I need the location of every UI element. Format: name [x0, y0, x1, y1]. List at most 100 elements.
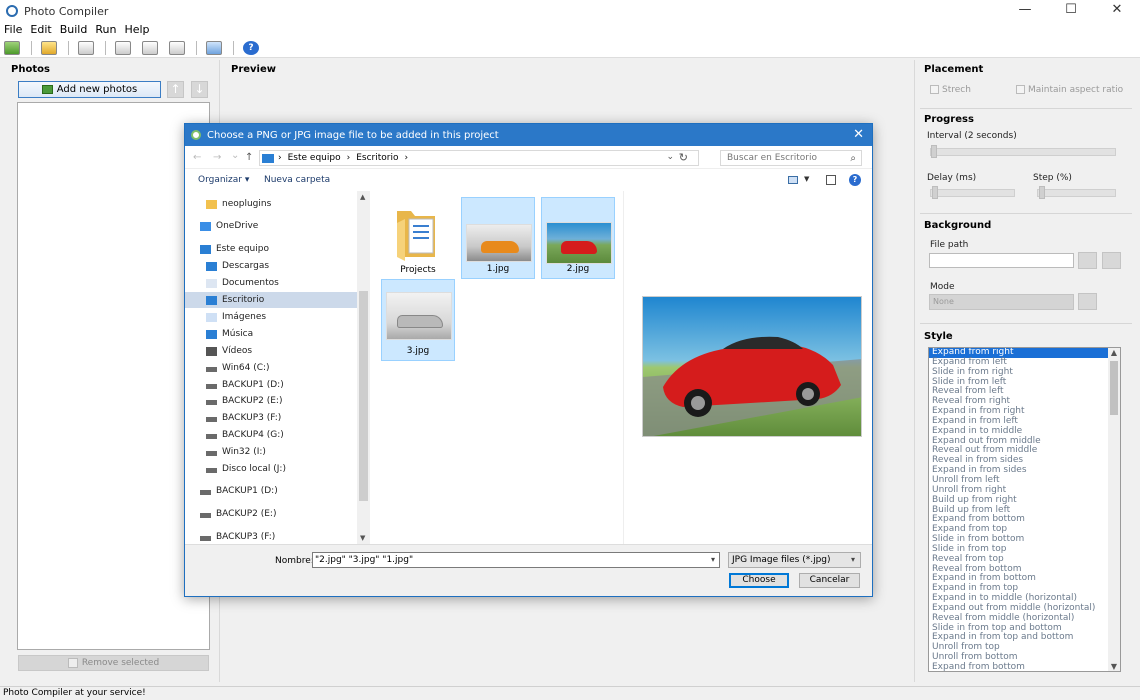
save-icon[interactable] — [78, 40, 94, 55]
file-name-input[interactable]: "2.jpg" "3.jpg" "1.jpg" ▾ — [312, 552, 720, 568]
build-icon[interactable] — [115, 40, 131, 55]
nav-item-label: Vídeos — [222, 346, 253, 356]
menu-file[interactable]: File — [0, 22, 26, 38]
stretch-checkbox[interactable]: Strech — [930, 85, 971, 95]
dialog-close-button[interactable]: ✕ — [853, 127, 864, 142]
interval-slider[interactable] — [930, 148, 1116, 156]
file-tile-3-jpg[interactable]: 3.jpg — [381, 279, 455, 361]
nav-item-label: Win64 (C:) — [222, 363, 270, 373]
scroll-up-icon[interactable]: ▲ — [1108, 348, 1120, 357]
clear-button[interactable] — [1102, 252, 1121, 269]
add-photos-button[interactable]: Add new photos — [18, 81, 161, 98]
drive-icon — [206, 400, 217, 405]
navigation-bar: ← → ⌄ ↑ › Este equipo › Escritorio › ⌄ ↻… — [185, 146, 872, 169]
move-down-button[interactable]: ↓ — [191, 81, 208, 98]
scroll-down-icon[interactable]: ▼ — [1108, 662, 1120, 671]
nav-item[interactable]: Win64 (C:) — [185, 360, 357, 376]
photo-list[interactable] — [17, 102, 210, 650]
open-project-icon[interactable] — [41, 40, 57, 55]
help-icon[interactable]: ? — [849, 174, 861, 186]
delay-slider-thumb[interactable] — [932, 186, 938, 199]
address-bar[interactable]: › Este equipo › Escritorio › ⌄ ↻ — [259, 150, 699, 166]
refresh-icon[interactable]: ↻ — [679, 151, 688, 164]
file-path-input[interactable] — [929, 253, 1074, 268]
up-folder-icon[interactable]: ↑ — [245, 152, 253, 163]
close-button[interactable]: ✕ — [1094, 0, 1140, 22]
toolbar-separator — [31, 40, 32, 55]
organize-menu[interactable]: Organizar ▾ — [198, 175, 249, 185]
breadcrumb-este-equipo[interactable]: Este equipo — [288, 153, 341, 163]
cancel-button[interactable]: Cancelar — [799, 573, 860, 588]
mode-button[interactable] — [1078, 293, 1097, 310]
back-icon[interactable]: ← — [193, 152, 201, 163]
nav-item[interactable]: BACKUP1 (D:) — [185, 377, 357, 393]
nav-item[interactable]: BACKUP3 (F:) — [185, 529, 357, 545]
nav-item[interactable]: Este equipo — [185, 241, 357, 257]
delay-label: Delay (ms) — [927, 173, 977, 183]
chevron-down-icon[interactable]: ▾ — [711, 553, 715, 567]
interval-slider-thumb[interactable] — [931, 145, 937, 158]
nav-item[interactable]: Imágenes — [185, 309, 357, 325]
checkbox-icon — [930, 85, 939, 94]
aspect-checkbox[interactable]: Maintain aspect ratio — [1016, 85, 1123, 95]
file-tile-projects[interactable]: Projects — [381, 197, 455, 279]
scrollbar-thumb[interactable] — [359, 291, 368, 501]
file-type-select[interactable]: JPG Image files (*.jpg) ▾ — [728, 552, 861, 568]
menu-run[interactable]: Run — [91, 22, 120, 38]
scroll-down-icon[interactable]: ▼ — [360, 534, 365, 542]
new-folder-button[interactable]: Nueva carpeta — [264, 175, 330, 185]
style-list-item[interactable]: Expand from bottom — [929, 662, 1120, 671]
style-scrollbar[interactable]: ▲ ▼ — [1108, 348, 1120, 671]
menu-edit[interactable]: Edit — [26, 22, 55, 38]
export-icon[interactable] — [169, 40, 185, 55]
menu-help[interactable]: Help — [120, 22, 153, 38]
breadcrumb-escritorio[interactable]: Escritorio — [356, 153, 398, 163]
nav-item[interactable]: Vídeos — [185, 343, 357, 359]
nav-item[interactable]: Música — [185, 326, 357, 342]
nav-item[interactable]: Disco local (J:) — [185, 461, 357, 477]
file-name-value: "2.jpg" "3.jpg" "1.jpg" — [315, 555, 414, 565]
nav-item[interactable]: BACKUP2 (E:) — [185, 506, 357, 522]
step-slider[interactable] — [1037, 189, 1116, 197]
settings-icon[interactable] — [206, 40, 222, 55]
nav-item[interactable]: OneDrive — [185, 218, 357, 234]
search-input[interactable]: Buscar en Escritorio ⌕ — [720, 150, 862, 166]
menu-build[interactable]: Build — [56, 22, 92, 38]
drive-icon — [206, 468, 217, 473]
nav-item[interactable]: BACKUP2 (E:) — [185, 393, 357, 409]
chevron-down-icon[interactable]: ⌄ — [666, 152, 674, 162]
file-tile-2-jpg[interactable]: 2.jpg — [541, 197, 615, 279]
nav-item[interactable]: Documentos — [185, 275, 357, 291]
nav-item[interactable]: Escritorio — [185, 292, 357, 308]
maximize-button[interactable]: ☐ — [1048, 0, 1094, 22]
mode-select[interactable]: None — [929, 294, 1074, 310]
forward-icon[interactable]: → — [213, 152, 221, 163]
minimize-button[interactable]: — — [1002, 0, 1048, 22]
recent-locations-icon[interactable]: ⌄ — [231, 150, 239, 161]
navigation-scrollbar[interactable]: ▲ ▼ — [357, 191, 370, 544]
app-icon — [191, 130, 201, 140]
scroll-up-icon[interactable]: ▲ — [360, 193, 365, 201]
new-project-icon[interactable] — [4, 40, 20, 55]
file-tile-1-jpg[interactable]: 1.jpg — [461, 197, 535, 279]
scrollbar-thumb[interactable] — [1110, 361, 1118, 415]
style-list[interactable]: Expand from right Expand from left Slide i… — [928, 347, 1121, 672]
navigation-pane: neoplugins OneDrive Este equipo Descargas Do… — [185, 191, 370, 544]
remove-selected-button[interactable]: Remove selected — [18, 655, 209, 671]
view-icon[interactable] — [788, 176, 798, 184]
browse-button[interactable] — [1078, 252, 1097, 269]
move-up-button[interactable]: ↑ — [167, 81, 184, 98]
nav-item[interactable]: neoplugins — [185, 196, 357, 212]
build-all-icon[interactable] — [142, 40, 158, 55]
step-slider-thumb[interactable] — [1039, 186, 1045, 199]
preview-pane-icon[interactable] — [826, 175, 836, 185]
choose-button[interactable]: Choose — [729, 573, 789, 588]
nav-item[interactable]: Descargas — [185, 258, 357, 274]
delay-slider[interactable] — [930, 189, 1015, 197]
view-options-dropdown[interactable]: ▼ — [804, 175, 809, 183]
nav-item[interactable]: BACKUP4 (G:) — [185, 427, 357, 443]
nav-item[interactable]: BACKUP1 (D:) — [185, 483, 357, 499]
help-icon[interactable]: ? — [243, 40, 259, 55]
nav-item[interactable]: Win32 (I:) — [185, 444, 357, 460]
nav-item[interactable]: BACKUP3 (F:) — [185, 410, 357, 426]
